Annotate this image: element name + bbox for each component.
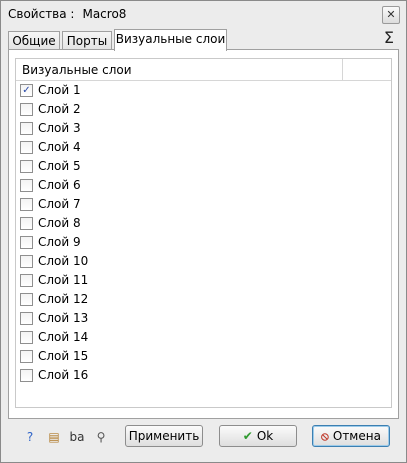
layers-icon-glyph: ▤: [48, 430, 60, 444]
font-icon-glyph: ba: [69, 430, 85, 444]
cancel-button[interactable]: ⦸ Отмена: [312, 425, 390, 447]
tab-label: Порты: [66, 34, 108, 48]
layer-row[interactable]: Слой 14: [16, 328, 391, 347]
layer-row[interactable]: Слой 8: [16, 214, 391, 233]
layer-checkbox[interactable]: [20, 255, 33, 268]
title-object-name: Macro8: [82, 7, 127, 21]
layer-label: Слой 1: [38, 83, 81, 97]
layer-label: Слой 5: [38, 159, 81, 173]
column-divider: [342, 59, 343, 80]
layer-row[interactable]: Слой 3: [16, 119, 391, 138]
font-icon[interactable]: ba: [69, 429, 85, 445]
layers-list[interactable]: Визуальные слои ✓ Слой 1 Слой 2 Слой 3 Слой …: [15, 58, 392, 408]
layer-row[interactable]: Слой 13: [16, 309, 391, 328]
tab-label: Общие: [12, 34, 56, 48]
help-icon[interactable]: ?: [22, 429, 38, 445]
layer-label: Слой 3: [38, 121, 81, 135]
layer-label: Слой 2: [38, 102, 81, 116]
ok-label: Ok: [256, 429, 274, 443]
layer-row[interactable]: Слой 2: [16, 100, 391, 119]
layer-row[interactable]: Слой 5: [16, 157, 391, 176]
apply-button[interactable]: Применить: [125, 425, 203, 447]
cancel-icon: ⦸: [321, 429, 329, 443]
tab-ports[interactable]: Порты: [62, 31, 112, 50]
title-prefix: Свойства :: [8, 7, 75, 21]
layer-label: Слой 7: [38, 197, 81, 211]
layer-label: Слой 11: [38, 273, 89, 287]
layer-checkbox[interactable]: [20, 369, 33, 382]
layer-label: Слой 16: [38, 368, 89, 382]
layer-row[interactable]: Слой 12: [16, 290, 391, 309]
list-header: Визуальные слои: [16, 59, 391, 81]
close-icon: ✕: [386, 8, 396, 21]
layer-row[interactable]: Слой 6: [16, 176, 391, 195]
layer-checkbox[interactable]: [20, 274, 33, 287]
checkmark-icon: ✔: [242, 429, 253, 443]
layer-label: Слой 6: [38, 178, 81, 192]
layer-row[interactable]: Слой 15: [16, 347, 391, 366]
layers-icon[interactable]: ▤: [46, 429, 62, 445]
cancel-label: Отмена: [332, 429, 381, 443]
layer-checkbox[interactable]: [20, 217, 33, 230]
layer-label: Слой 13: [38, 311, 89, 325]
layer-row[interactable]: Слой 11: [16, 271, 391, 290]
ok-button[interactable]: ✔ Ok: [219, 425, 297, 447]
layer-checkbox[interactable]: [20, 198, 33, 211]
sigma-icon[interactable]: Σ: [384, 28, 394, 47]
layer-checkbox[interactable]: [20, 122, 33, 135]
tab-general[interactable]: Общие: [8, 31, 60, 50]
layer-checkbox[interactable]: [20, 160, 33, 173]
layer-row[interactable]: ✓ Слой 1: [16, 81, 391, 100]
layer-row[interactable]: Слой 9: [16, 233, 391, 252]
zoom-icon-glyph: ⚲: [96, 430, 106, 444]
close-button[interactable]: ✕: [382, 6, 400, 24]
layer-row[interactable]: Слой 10: [16, 252, 391, 271]
layer-label: Слой 9: [38, 235, 81, 249]
layer-label: Слой 15: [38, 349, 89, 363]
checkmark-icon: ✓: [22, 85, 31, 96]
layer-label: Слой 8: [38, 216, 81, 230]
window-title: Свойства : Macro8: [8, 7, 126, 21]
layer-checkbox[interactable]: [20, 293, 33, 306]
properties-dialog: Свойства : Macro8 ✕ Общие Порты Визуальны…: [0, 0, 407, 463]
layer-checkbox[interactable]: [20, 331, 33, 344]
zoom-icon[interactable]: ⚲: [93, 429, 109, 445]
layer-label: Слой 10: [38, 254, 89, 268]
layer-row[interactable]: Слой 7: [16, 195, 391, 214]
layer-row[interactable]: Слой 16: [16, 366, 391, 385]
layer-label: Слой 14: [38, 330, 89, 344]
title-bar: Свойства : Macro8 ✕: [1, 1, 406, 28]
help-icon-glyph: ?: [26, 430, 34, 444]
tab-label: Визуальные слои: [115, 32, 226, 46]
layer-row[interactable]: Слой 4: [16, 138, 391, 157]
tab-visual-layers[interactable]: Визуальные слои: [114, 29, 227, 51]
layer-checkbox[interactable]: [20, 141, 33, 154]
layer-checkbox[interactable]: [20, 179, 33, 192]
layer-checkbox[interactable]: [20, 103, 33, 116]
layer-checkbox[interactable]: [20, 350, 33, 363]
column-header-visual-layers[interactable]: Визуальные слои: [22, 63, 132, 77]
layer-checkbox[interactable]: [20, 236, 33, 249]
layer-checkbox[interactable]: ✓: [20, 84, 33, 97]
visual-layers-panel: Визуальные слои ✓ Слой 1 Слой 2 Слой 3 Слой …: [8, 49, 399, 419]
layer-checkbox[interactable]: [20, 312, 33, 325]
apply-label: Применить: [128, 429, 200, 443]
layer-label: Слой 12: [38, 292, 89, 306]
layer-label: Слой 4: [38, 140, 81, 154]
